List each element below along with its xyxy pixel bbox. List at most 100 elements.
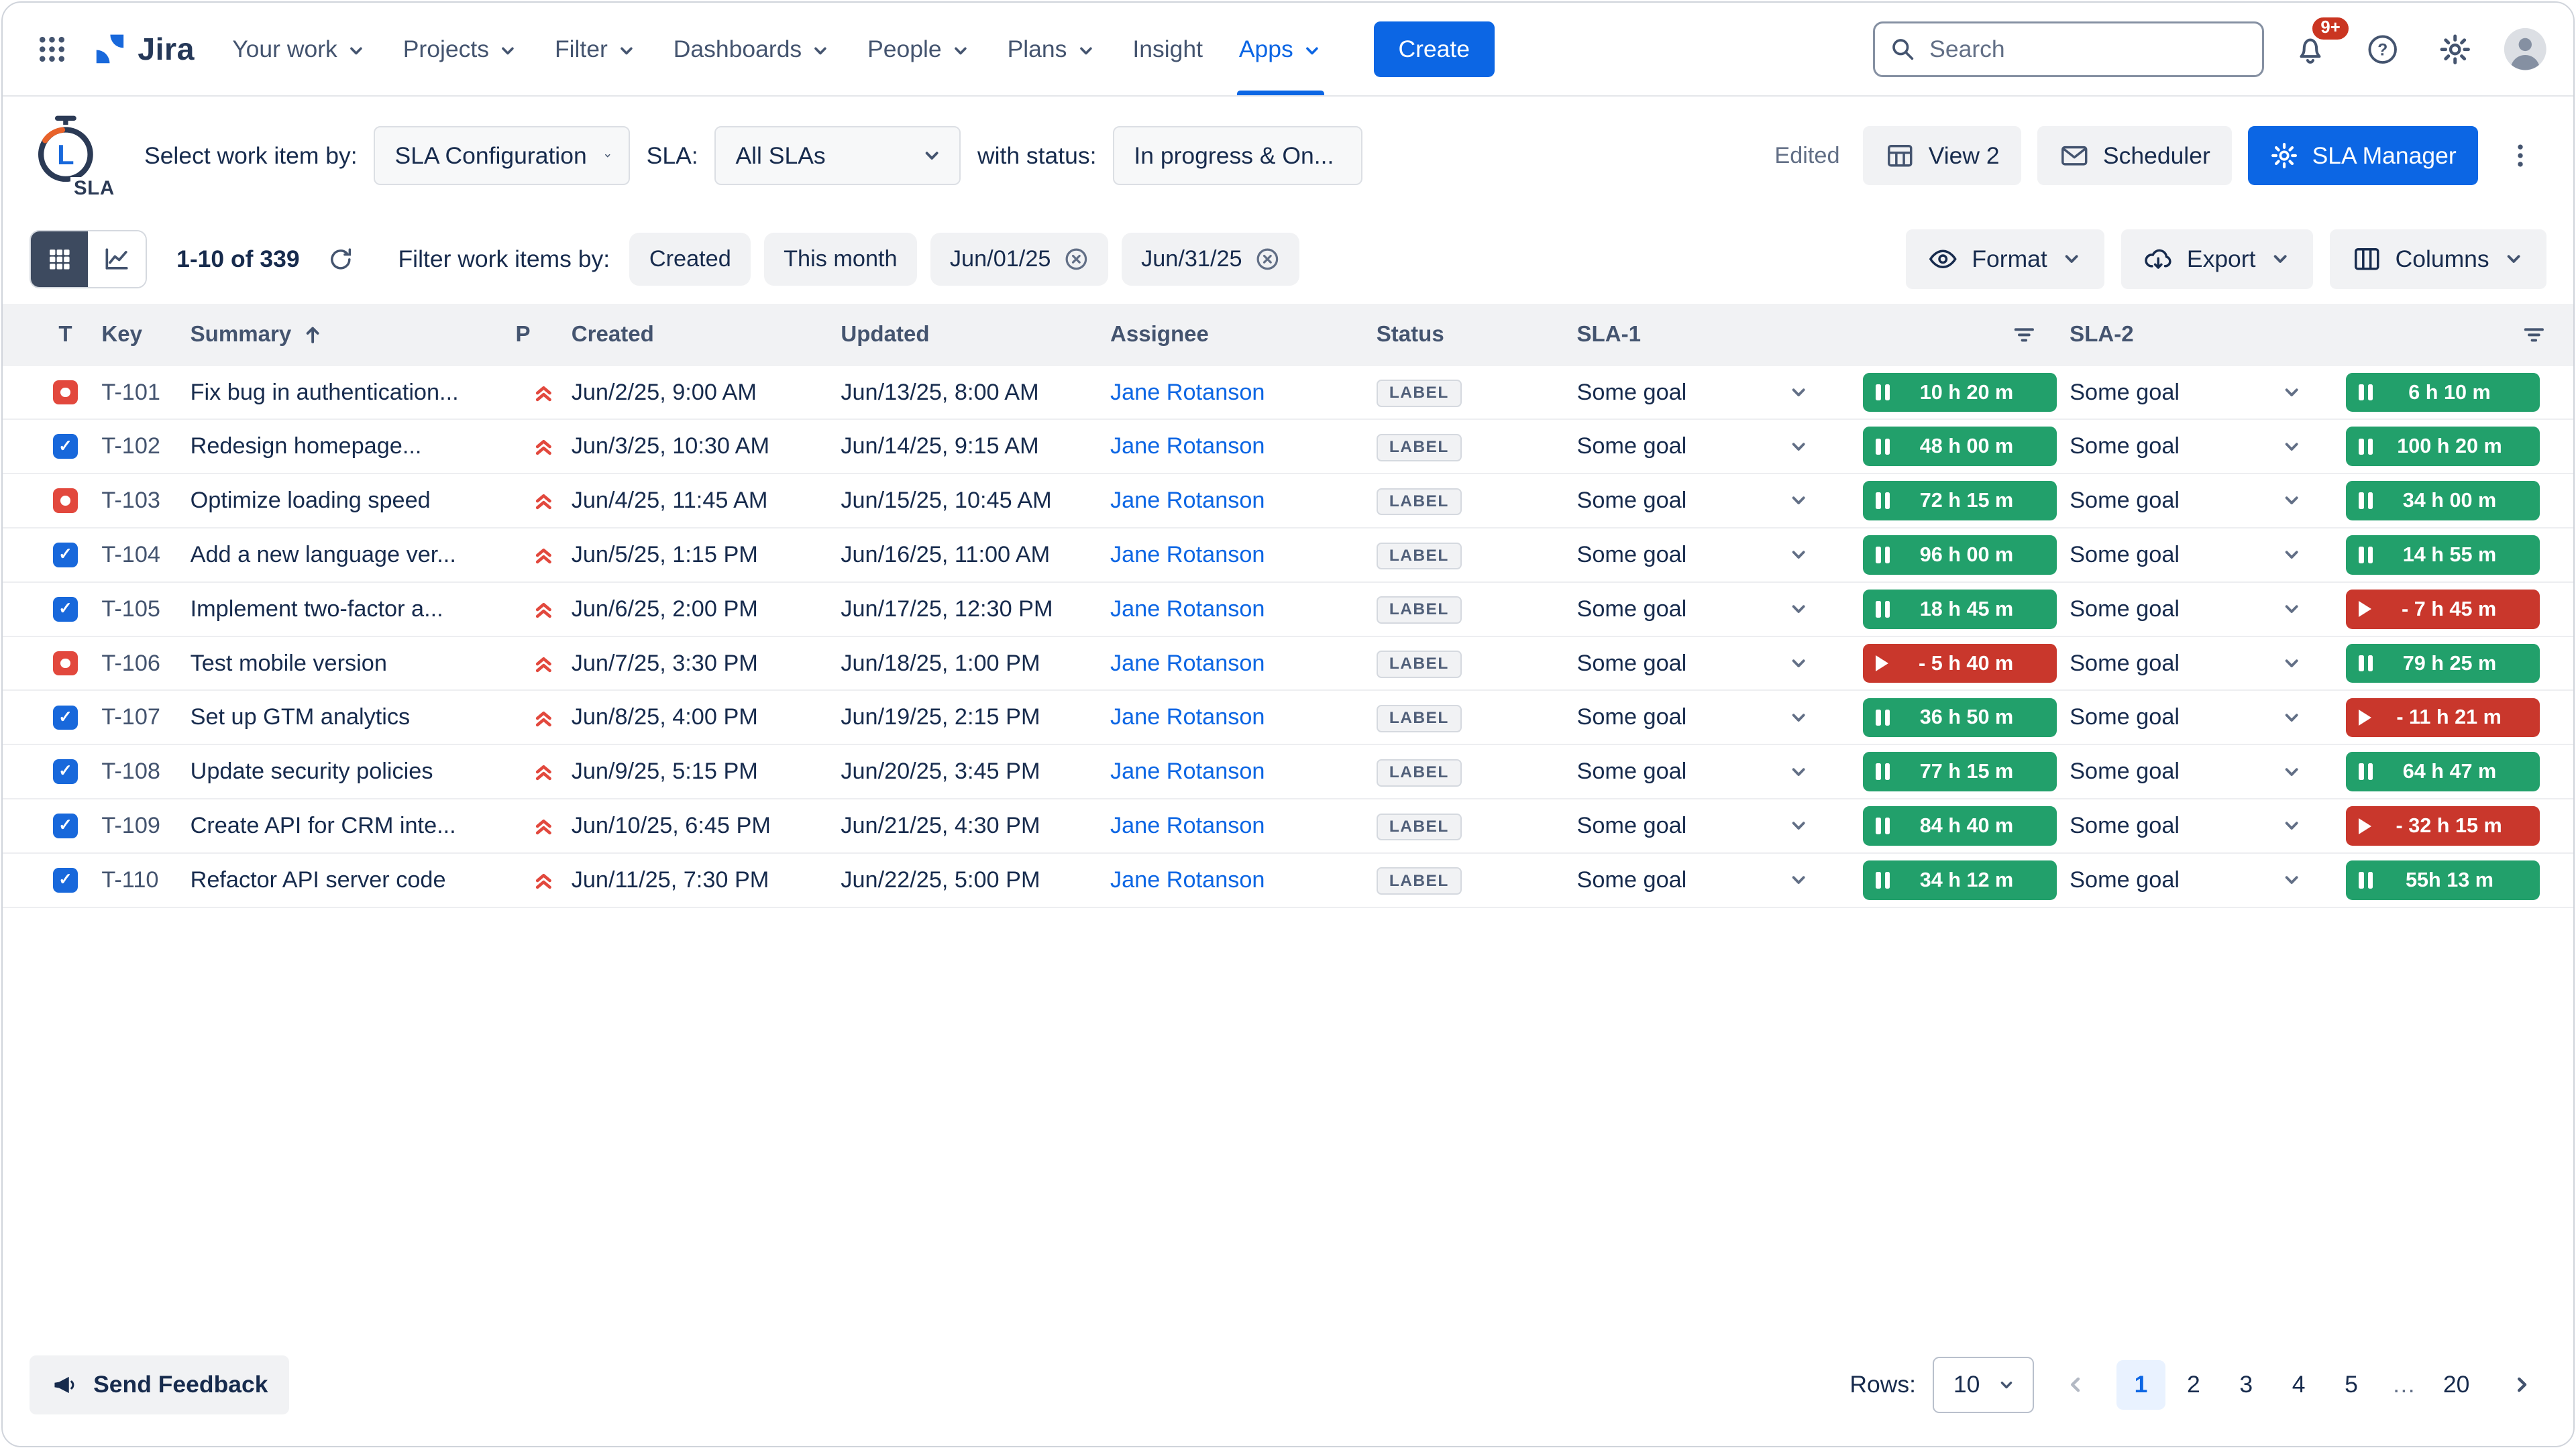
header-sla2[interactable]: SLA-2 <box>2070 322 2553 347</box>
next-page-button[interactable] <box>2498 1360 2546 1409</box>
sla-goal-select[interactable]: Some goal <box>2070 433 2319 459</box>
header-key[interactable]: Key <box>101 322 190 347</box>
nav-item-people[interactable]: People <box>849 3 989 95</box>
sla-goal-select[interactable]: Some goal <box>1576 651 1826 677</box>
header-created[interactable]: Created <box>572 322 841 347</box>
status-badge[interactable]: LABEL <box>1377 434 1462 461</box>
table-row[interactable]: T-110 Refactor API server code Jun/11/25… <box>3 854 2573 908</box>
page-button-20[interactable]: 20 <box>2432 1360 2481 1409</box>
assignee-link[interactable]: Jane Rotanson <box>1110 542 1377 568</box>
format-button[interactable]: Format <box>1906 229 2104 288</box>
assignee-link[interactable]: Jane Rotanson <box>1110 813 1377 839</box>
status-badge[interactable]: LABEL <box>1377 488 1462 516</box>
table-row[interactable]: T-101 Fix bug in authentication... Jun/2… <box>3 366 2573 421</box>
issue-summary-link[interactable]: Create API for CRM inte... <box>191 813 516 839</box>
grid-view-button[interactable] <box>31 231 89 287</box>
assignee-link[interactable]: Jane Rotanson <box>1110 759 1377 785</box>
issue-summary-link[interactable]: Implement two-factor a... <box>191 596 516 622</box>
assignee-link[interactable]: Jane Rotanson <box>1110 488 1377 514</box>
sla-goal-select[interactable]: Some goal <box>2070 380 2319 406</box>
issue-summary-link[interactable]: Set up GTM analytics <box>191 704 516 730</box>
filter-chip[interactable]: Jun/31/25 <box>1122 233 1300 285</box>
sla-goal-select[interactable]: Some goal <box>2070 759 2319 785</box>
assignee-link[interactable]: Jane Rotanson <box>1110 380 1377 406</box>
view-button[interactable]: View 2 <box>1863 126 2021 185</box>
status-badge[interactable]: LABEL <box>1377 380 1462 407</box>
issue-summary-link[interactable]: Redesign homepage... <box>191 433 516 459</box>
table-row[interactable]: T-105 Implement two-factor a... Jun/6/25… <box>3 583 2573 637</box>
status-badge[interactable]: LABEL <box>1377 867 1462 895</box>
columns-button[interactable]: Columns <box>2330 229 2547 288</box>
status-badge[interactable]: LABEL <box>1377 705 1462 732</box>
assignee-link[interactable]: Jane Rotanson <box>1110 596 1377 622</box>
assignee-link[interactable]: Jane Rotanson <box>1110 433 1377 459</box>
header-assignee[interactable]: Assignee <box>1110 322 1377 347</box>
header-summary[interactable]: Summary <box>191 322 516 347</box>
refresh-button[interactable] <box>319 238 362 281</box>
sla-goal-select[interactable]: Some goal <box>1576 488 1826 514</box>
settings-button[interactable] <box>2428 23 2481 75</box>
previous-page-button[interactable] <box>2051 1360 2100 1409</box>
page-button-2[interactable]: 2 <box>2169 1360 2218 1409</box>
nav-item-apps[interactable]: Apps <box>1221 3 1341 95</box>
nav-item-plans[interactable]: Plans <box>989 3 1115 95</box>
sla-select[interactable]: All SLAs <box>714 126 961 185</box>
sla-goal-select[interactable]: Some goal <box>1576 380 1826 406</box>
work-item-by-select[interactable]: SLA Configuration <box>374 126 630 185</box>
more-options-button[interactable] <box>2494 129 2546 182</box>
sla-goal-select[interactable]: Some goal <box>1576 867 1826 893</box>
filter-chip[interactable]: This month <box>764 233 917 285</box>
table-row[interactable]: T-106 Test mobile version Jun/7/25, 3:30… <box>3 637 2573 691</box>
issue-summary-link[interactable]: Optimize loading speed <box>191 488 516 514</box>
profile-button[interactable] <box>2501 24 2550 73</box>
issue-summary-link[interactable]: Fix bug in authentication... <box>191 380 516 406</box>
table-row[interactable]: T-104 Add a new language ver... Jun/5/25… <box>3 528 2573 583</box>
create-button[interactable]: Create <box>1374 21 1495 77</box>
scheduler-button[interactable]: Scheduler <box>2037 126 2232 185</box>
table-row[interactable]: T-108 Update security policies Jun/9/25,… <box>3 745 2573 799</box>
assignee-link[interactable]: Jane Rotanson <box>1110 704 1377 730</box>
table-row[interactable]: T-102 Redesign homepage... Jun/3/25, 10:… <box>3 420 2573 474</box>
header-status[interactable]: Status <box>1377 322 1577 347</box>
sla-goal-select[interactable]: Some goal <box>2070 542 2319 568</box>
status-badge[interactable]: LABEL <box>1377 543 1462 570</box>
sla-goal-select[interactable]: Some goal <box>1576 596 1826 622</box>
page-button-5[interactable]: 5 <box>2326 1360 2375 1409</box>
filter-icon[interactable] <box>2522 323 2546 347</box>
app-switcher-button[interactable] <box>26 23 78 75</box>
assignee-link[interactable]: Jane Rotanson <box>1110 651 1377 677</box>
nav-item-filter[interactable]: Filter <box>537 3 655 95</box>
status-select[interactable]: In progress & On... <box>1113 126 1362 185</box>
sla-goal-select[interactable]: Some goal <box>1576 813 1826 839</box>
table-row[interactable]: T-109 Create API for CRM inte... Jun/10/… <box>3 799 2573 854</box>
table-row[interactable]: T-107 Set up GTM analytics Jun/8/25, 4:0… <box>3 691 2573 745</box>
sla-goal-select[interactable]: Some goal <box>2070 704 2319 730</box>
header-type[interactable]: T <box>30 322 102 347</box>
table-row[interactable]: T-103 Optimize loading speed Jun/4/25, 1… <box>3 474 2573 528</box>
issue-summary-link[interactable]: Add a new language ver... <box>191 542 516 568</box>
status-badge[interactable]: LABEL <box>1377 759 1462 787</box>
filter-chip[interactable]: Created <box>629 233 751 285</box>
chart-view-button[interactable] <box>88 231 146 287</box>
remove-chip-icon[interactable] <box>1255 247 1280 272</box>
remove-chip-icon[interactable] <box>1064 247 1089 272</box>
nav-item-dashboards[interactable]: Dashboards <box>655 3 849 95</box>
rows-per-page-select[interactable]: 10 <box>1933 1357 2035 1412</box>
issue-summary-link[interactable]: Update security policies <box>191 759 516 785</box>
status-badge[interactable]: LABEL <box>1377 596 1462 624</box>
export-button[interactable]: Export <box>2121 229 2313 288</box>
sla-goal-select[interactable]: Some goal <box>1576 433 1826 459</box>
search-input[interactable] <box>1873 21 2264 77</box>
nav-item-projects[interactable]: Projects <box>385 3 537 95</box>
sla-goal-select[interactable]: Some goal <box>2070 651 2319 677</box>
sla-manager-button[interactable]: SLA Manager <box>2248 126 2477 185</box>
sla-goal-select[interactable]: Some goal <box>2070 813 2319 839</box>
status-badge[interactable]: LABEL <box>1377 651 1462 678</box>
sla-goal-select[interactable]: Some goal <box>1576 759 1826 785</box>
page-button-1[interactable]: 1 <box>2116 1360 2165 1409</box>
sla-goal-select[interactable]: Some goal <box>1576 542 1826 568</box>
status-badge[interactable]: LABEL <box>1377 814 1462 841</box>
nav-item-your-work[interactable]: Your work <box>214 3 384 95</box>
help-button[interactable]: ? <box>2356 23 2408 75</box>
filter-icon[interactable] <box>2012 323 2037 347</box>
